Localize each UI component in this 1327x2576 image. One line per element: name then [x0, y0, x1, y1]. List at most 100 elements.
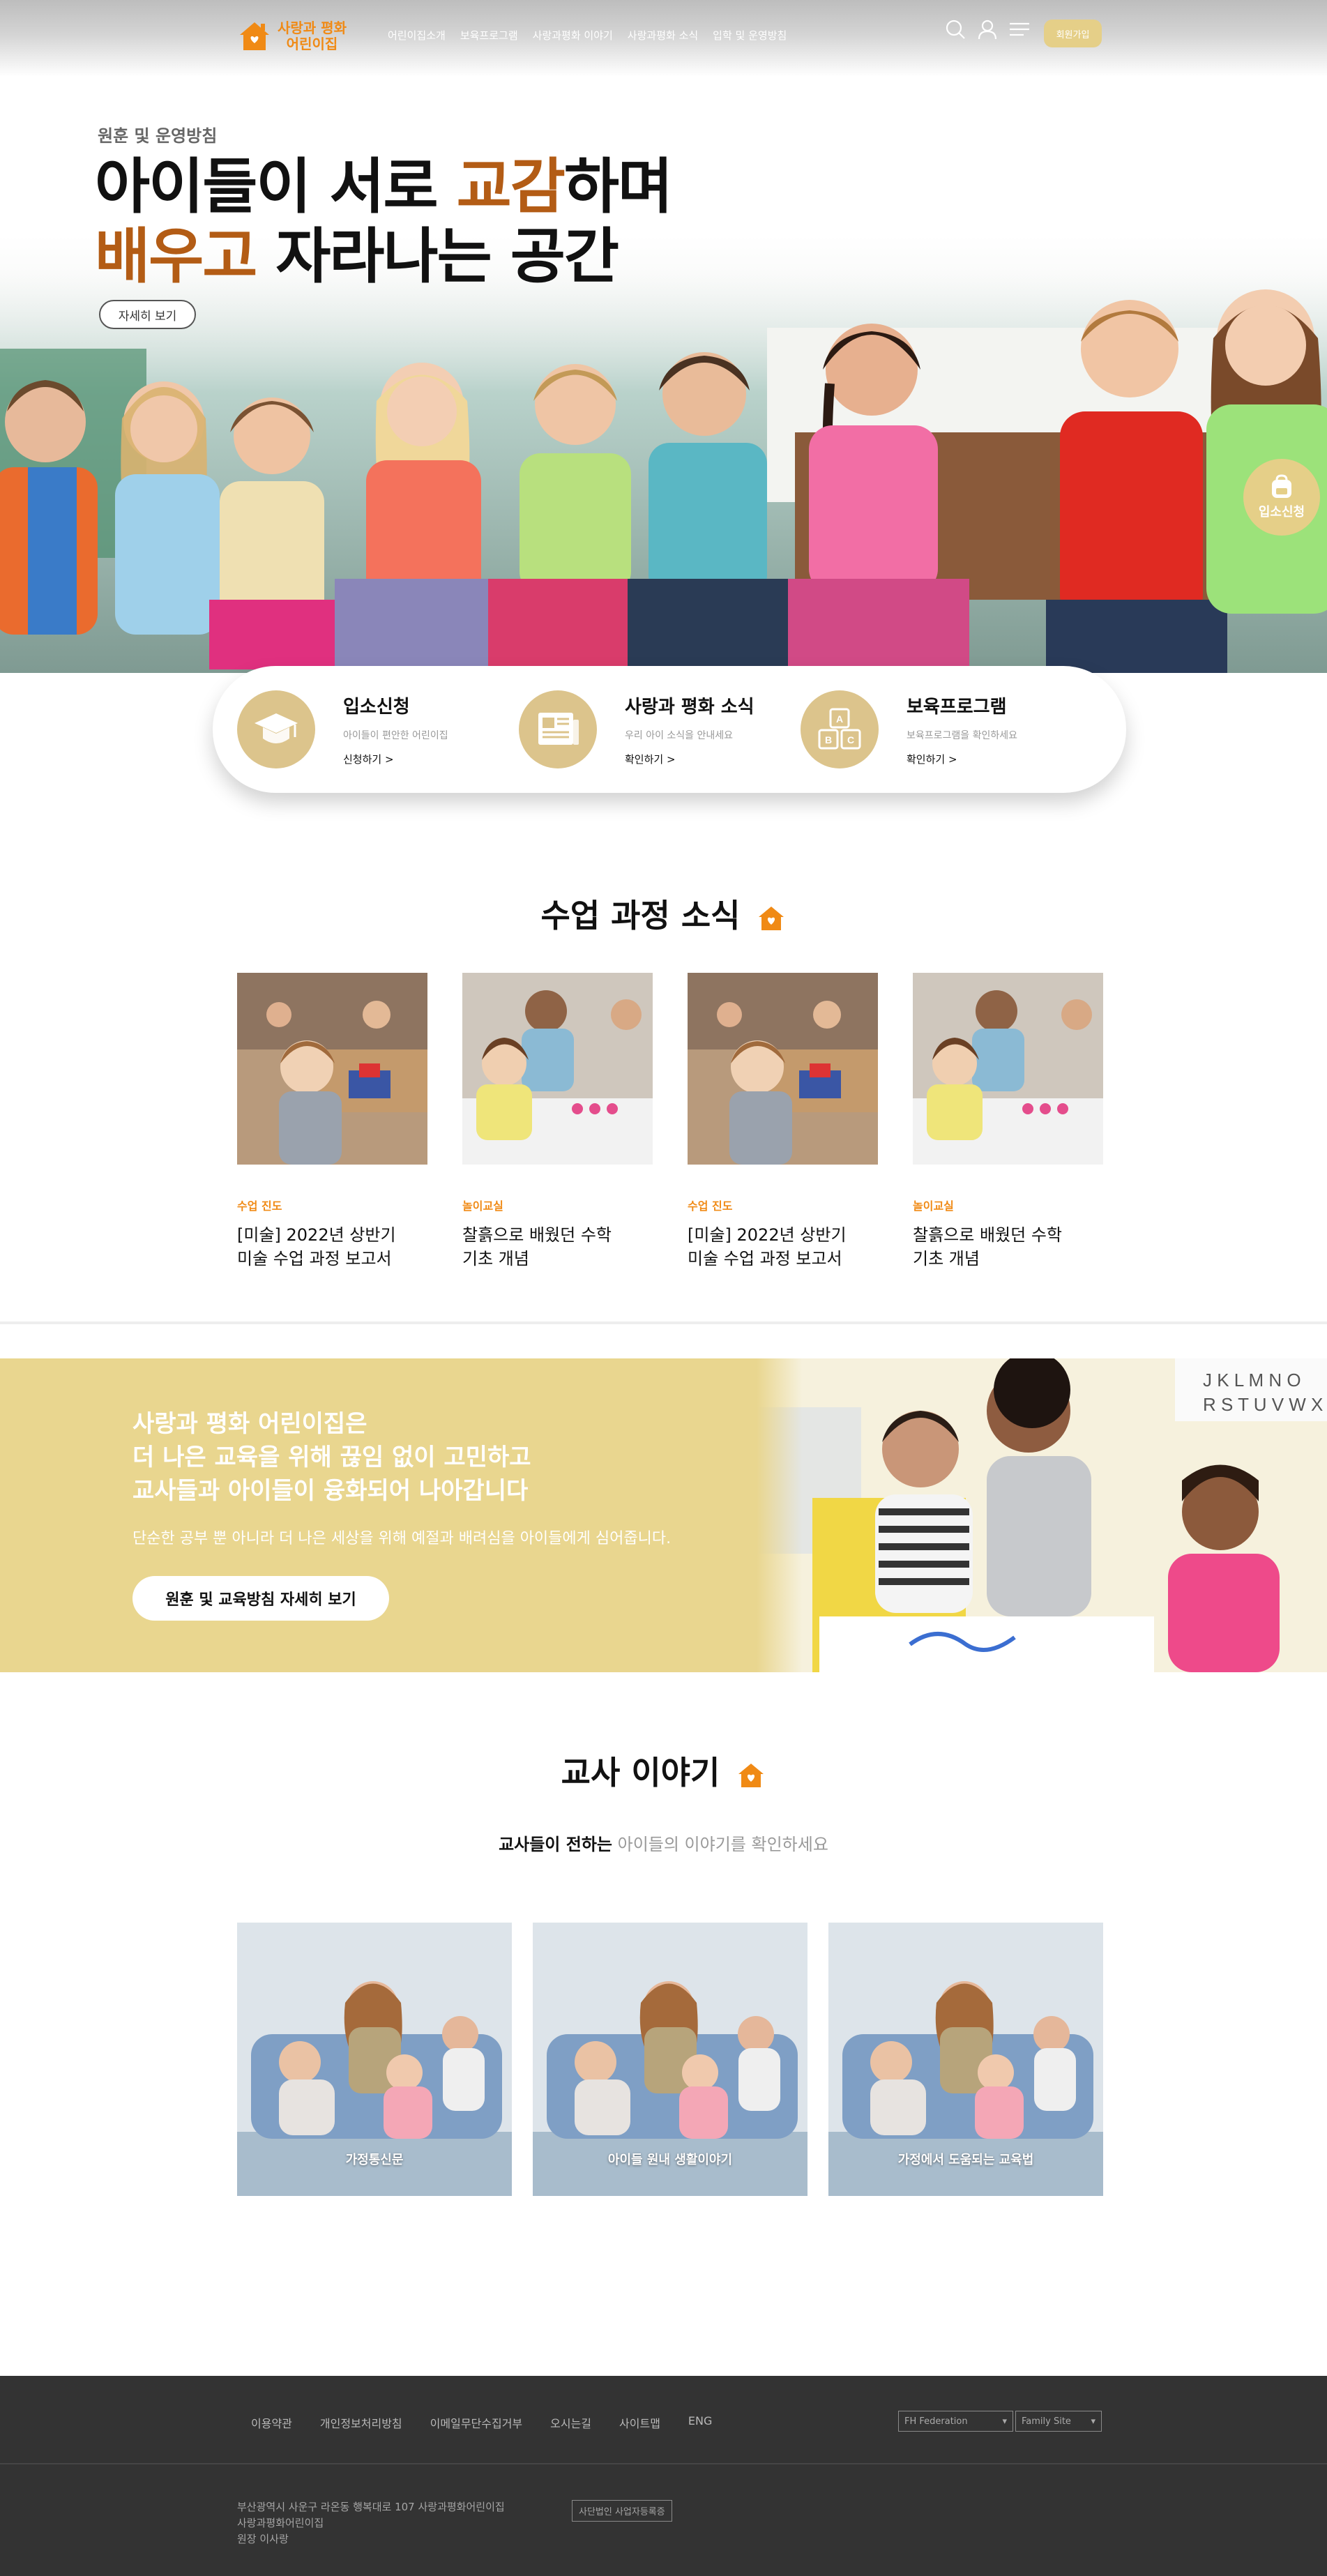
abc-blocks-icon: A B C: [801, 690, 879, 768]
teacher-sub-bold: 교사들이 전하는: [499, 1835, 612, 1854]
quick-menu: 입소신청 아이들이 편안한 어린이집 신청하기 > 사랑과 평화 소식 우리 아…: [213, 666, 1126, 793]
course-news-list: 수업 진도 [미술] 2022년 상반기미술 수업 과정 보고서 놀이교실 찰흙…: [237, 973, 1103, 1271]
story-label: 가정통신문: [345, 2153, 404, 2167]
banner-line1: 사랑과 평화 어린이집은: [132, 1410, 367, 1438]
apply-floating-label: 입소신청: [1258, 505, 1305, 520]
banner-classroom-photo: J K L M N O R S T U V W X: [757, 1358, 1327, 1672]
footer-address-line3: 원장 이사랑: [237, 2533, 289, 2545]
backpack-icon: [1272, 474, 1291, 498]
quick-item-link[interactable]: 신청하기 >: [343, 752, 448, 766]
news-title: 찰흙으로 배웠던 수학 기초 개념: [462, 1223, 653, 1271]
footer-link-privacy[interactable]: 개인정보처리방침: [320, 2414, 402, 2431]
quick-item-title: 보육프로그램: [907, 697, 1007, 718]
news-title-line1: 찰흙으로 배웠던 수학: [462, 1225, 612, 1245]
business-registration-button[interactable]: 사단법인 사업자등록증: [572, 2500, 672, 2522]
hero-headline: 아이들이 서로 교감하며 배우고 자라나는 공간: [95, 152, 673, 291]
logo-line1: 사랑과 평화: [278, 20, 347, 36]
teacher-title-text: 교사 이야기: [561, 1754, 720, 1791]
family-site-select[interactable]: Family Site ▾: [1015, 2411, 1102, 2432]
quick-item-program[interactable]: A B C 보육프로그램 보육프로그램을 확인하세요 확인하기 >: [801, 666, 1082, 793]
section-divider: [0, 1321, 1327, 1324]
banner-subtext: 단순한 공부 뿐 아니라 더 나은 세상을 위해 예절과 배려심을 아이들에게 …: [132, 1530, 672, 1547]
user-icon[interactable]: [976, 18, 999, 40]
footer-link-eng[interactable]: ENG: [688, 2414, 712, 2431]
footer-link-sitemap[interactable]: 사이트맵: [619, 2414, 660, 2431]
svg-text:A: A: [836, 713, 843, 725]
quick-item-title: 사랑과 평화 소식: [625, 697, 755, 718]
philosophy-detail-button[interactable]: 원훈 및 교육방침 자세히 보기: [132, 1576, 389, 1621]
story-label: 아이들 원내 생활이야기: [607, 2153, 733, 2167]
hero-section: 원훈 및 운영방침 아이들이 서로 교감하며 배우고 자라나는 공간 자세히 보…: [0, 0, 1327, 673]
story-card-newsletter[interactable]: 가정통신문: [237, 1923, 512, 2196]
news-title-line1: [미술] 2022년 상반기: [688, 1225, 847, 1245]
philosophy-banner: 사랑과 평화 어린이집은 더 나은 교육을 위해 끊임 없이 고민하고 교사들과…: [0, 1358, 1327, 1672]
news-card[interactable]: 놀이교실 찰흙으로 배웠던 수학 기초 개념: [462, 973, 653, 1271]
news-title-line2: 기초 개념: [913, 1249, 980, 1268]
hero-children-photo: [0, 272, 1327, 673]
news-thumbnail: [237, 973, 427, 1165]
search-icon[interactable]: [944, 18, 966, 40]
course-section-title: 수업 과정 소식: [0, 891, 1327, 937]
story-card-home-education[interactable]: 가정에서 도움되는 교육법: [828, 1923, 1103, 2196]
banner-text: 사랑과 평화 어린이집은 더 나은 교육을 위해 끊임 없이 고민하고 교사들과…: [132, 1407, 671, 1548]
graduation-cap-icon: [237, 690, 315, 768]
news-category: 수업 진도: [688, 1199, 733, 1213]
news-title-line1: [미술] 2022년 상반기: [237, 1225, 396, 1245]
story-card-daily-life[interactable]: 아이들 원내 생활이야기: [533, 1923, 807, 2196]
join-button[interactable]: 회원가입: [1044, 20, 1102, 47]
teacher-story-list: 가정통신문 아이들 원내 생활이야기 가정에서 도움되는 교육법: [237, 1923, 1103, 2196]
banner-line3: 교사들과 아이들이 융화되어 나아갑니다: [132, 1477, 529, 1505]
news-thumbnail: [462, 973, 653, 1165]
svg-text:C: C: [847, 734, 854, 745]
footer-link-terms[interactable]: 이용약관: [251, 2414, 292, 2431]
news-card[interactable]: 수업 진도 [미술] 2022년 상반기미술 수업 과정 보고서: [688, 973, 878, 1271]
footer-link-directions[interactable]: 오시는길: [550, 2414, 591, 2431]
quick-item-apply[interactable]: 입소신청 아이들이 편안한 어린이집 신청하기 >: [237, 666, 519, 793]
nav-program[interactable]: 보육프로그램: [460, 28, 518, 43]
news-title: [미술] 2022년 상반기 미술 수업 과정 보고서: [237, 1223, 427, 1271]
federation-select[interactable]: FH Federation ▾: [898, 2411, 1013, 2432]
news-card[interactable]: 놀이교실 찰흙으로 배웠던 수학 기초 개념: [913, 973, 1103, 1271]
footer-address-line2: 사랑과평화어린이집: [237, 2517, 324, 2529]
hero-line1-post: 하며: [563, 152, 673, 222]
hero-line1-pre: 아이들이 서로: [95, 152, 457, 222]
news-title-line2: 미술 수업 과정 보고서: [688, 1249, 842, 1268]
nav-admission[interactable]: 입학 및 운영방침: [713, 28, 787, 43]
quick-item-news[interactable]: 사랑과 평화 소식 우리 아이 소식을 안내세요 확인하기 >: [519, 666, 801, 793]
news-card[interactable]: 수업 진도 [미술] 2022년 상반기 미술 수업 과정 보고서: [237, 973, 427, 1271]
newspaper-icon: [519, 690, 597, 768]
story-label: 가정에서 도움되는 교육법: [897, 2153, 1034, 2167]
federation-select-value: FH Federation: [904, 2416, 968, 2427]
menu-icon[interactable]: [1008, 18, 1031, 40]
house-icon: [759, 906, 784, 930]
chevron-down-icon: ▾: [1002, 2416, 1007, 2427]
quick-item-link[interactable]: 확인하기 >: [907, 752, 1017, 766]
banner-line2: 더 나은 교육을 위해 끊임 없이 고민하고: [132, 1444, 531, 1471]
apply-floating-button[interactable]: 입소신청: [1243, 459, 1320, 536]
quick-item-desc: 우리 아이 소식을 안내세요: [625, 730, 734, 741]
nav-news[interactable]: 사랑과평화 소식: [628, 28, 698, 43]
footer-link-email-policy[interactable]: 이메일무단수집거부: [430, 2414, 522, 2431]
header-utilities: [944, 18, 1031, 40]
nav-about[interactable]: 어린이집소개: [388, 28, 446, 43]
main-nav: 어린이집소개 보육프로그램 사랑과평화 이야기 사랑과평화 소식 입학 및 운영…: [388, 28, 787, 43]
logo-line2: 어린이집: [286, 36, 338, 52]
news-thumbnail: [913, 973, 1103, 1165]
news-category: 놀이교실: [462, 1199, 503, 1213]
teacher-sub-rest: 아이들의 이야기를 확인하세요: [612, 1835, 828, 1854]
house-logo-icon: [240, 22, 269, 50]
footer-divider: [0, 2463, 1327, 2464]
house-icon: [738, 1763, 764, 1787]
news-title-line1: 찰흙으로 배웠던 수학: [913, 1225, 1062, 1245]
hero-line2-accent: 배우고: [95, 222, 257, 291]
hero-subtitle: 원훈 및 운영방침: [98, 126, 218, 146]
nav-stories[interactable]: 사랑과평화 이야기: [533, 28, 613, 43]
news-category: 수업 진도: [237, 1199, 282, 1213]
news-title: [미술] 2022년 상반기미술 수업 과정 보고서: [688, 1223, 878, 1271]
site-header: 사랑과 평화 어린이집 어린이집소개 보육프로그램 사랑과평화 이야기 사랑과평…: [0, 0, 1327, 77]
quick-item-link[interactable]: 확인하기 >: [625, 752, 755, 766]
footer-address: 부산광역시 사운구 라온동 행복대로 107 사랑과평화어린이집 사랑과평화어린…: [237, 2499, 505, 2547]
hero-line1-accent: 교감: [456, 152, 566, 222]
site-logo[interactable]: 사랑과 평화 어린이집: [237, 20, 347, 53]
hero-more-button[interactable]: 자세히 보기: [99, 300, 196, 329]
